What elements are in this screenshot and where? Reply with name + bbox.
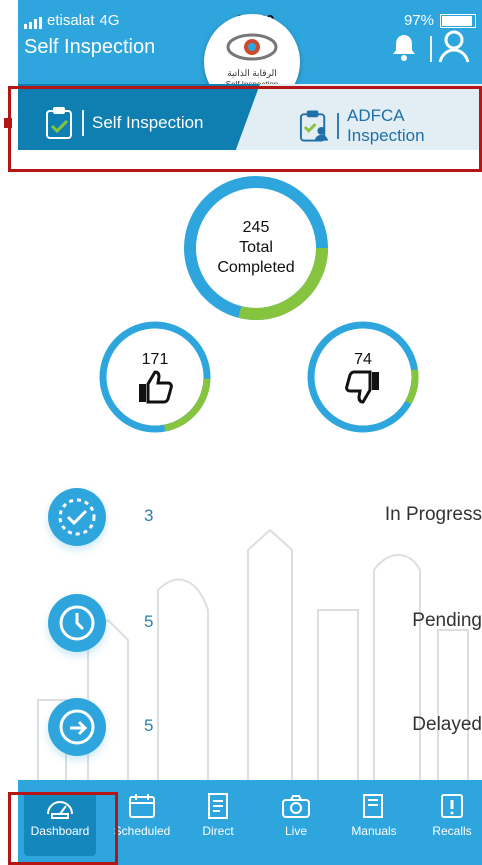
nav-manuals[interactable]: Manuals xyxy=(338,792,410,856)
total-label: Total xyxy=(239,239,273,256)
positive-count-ring[interactable]: 171 xyxy=(96,318,214,436)
camera-search-icon xyxy=(282,795,310,818)
positive-count: 171 xyxy=(141,351,169,368)
completed-label: Completed xyxy=(217,259,295,276)
battery-status: 97% xyxy=(404,12,476,29)
pending-label: Pending xyxy=(412,610,482,631)
nav-recalls[interactable]: Recalls xyxy=(416,792,482,856)
nav-label: Scheduled xyxy=(113,824,171,838)
app-header: etisalat 4G 08:40 97% Self Inspection ال… xyxy=(18,0,482,110)
delayed-icon xyxy=(48,698,106,756)
nav-label: Recalls xyxy=(432,824,472,838)
in-progress-count: 3 xyxy=(144,506,154,525)
nav-live[interactable]: Live xyxy=(260,792,332,856)
delayed-row[interactable]: 5 Delayed xyxy=(48,698,482,756)
battery-icon xyxy=(440,13,476,28)
in-progress-icon xyxy=(48,488,106,546)
book-icon xyxy=(363,794,383,818)
header-divider xyxy=(430,36,432,62)
logo-arabic-text: الرقابة الذاتية xyxy=(227,68,277,78)
carrier-status: etisalat 4G xyxy=(24,12,120,29)
in-progress-row[interactable]: 3 In Progress xyxy=(48,488,482,546)
nav-label: Direct xyxy=(202,824,234,838)
tabs-highlight-arrow xyxy=(4,118,12,128)
negative-count-ring[interactable]: 74 xyxy=(304,318,422,436)
total-completed-ring[interactable]: 245 Total Completed xyxy=(180,172,332,324)
pending-count: 5 xyxy=(144,612,154,631)
negative-count: 74 xyxy=(354,351,372,368)
calendar-icon xyxy=(129,794,155,818)
page-title: Self Inspection xyxy=(24,36,156,58)
notifications-bell-icon[interactable] xyxy=(390,32,418,67)
delayed-label: Delayed xyxy=(412,714,482,735)
nav-label: Manuals xyxy=(351,824,397,838)
nav-label: Live xyxy=(284,824,307,838)
thumbs-down-icon xyxy=(345,370,379,404)
dashboard-highlight-box xyxy=(8,792,118,865)
thumbs-up-icon xyxy=(139,370,173,404)
document-icon xyxy=(208,793,228,819)
alert-icon xyxy=(441,794,463,818)
delayed-count: 5 xyxy=(144,716,154,735)
pending-clock-icon xyxy=(48,594,106,652)
signal-icon xyxy=(24,17,42,29)
pending-row[interactable]: 5 Pending xyxy=(48,594,482,652)
total-count: 245 xyxy=(242,219,270,236)
user-profile-icon[interactable] xyxy=(436,28,472,69)
in-progress-label: In Progress xyxy=(384,504,482,525)
battery-percent: 97% xyxy=(403,12,434,29)
tabs-highlight-box xyxy=(8,86,482,172)
network-type: 4G xyxy=(99,12,120,29)
nav-direct[interactable]: Direct xyxy=(182,792,254,856)
carrier-name: etisalat xyxy=(47,12,95,29)
eye-emblem-icon xyxy=(226,33,278,61)
